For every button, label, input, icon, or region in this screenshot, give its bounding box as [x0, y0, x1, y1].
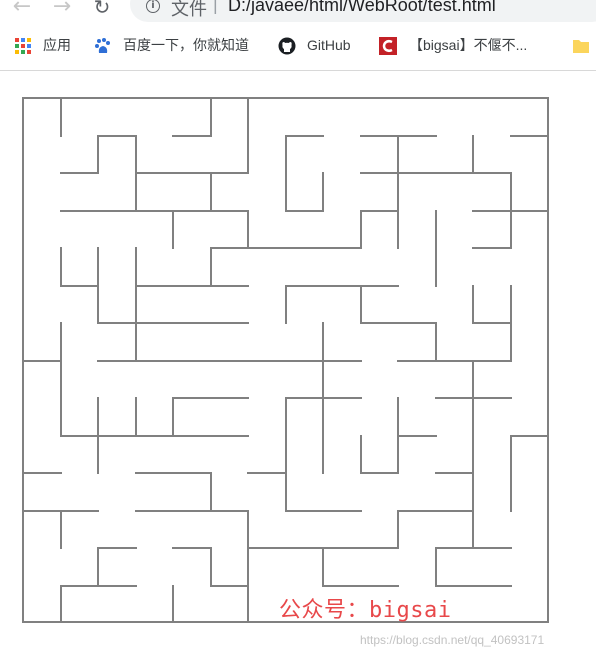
maze-canvas — [22, 97, 549, 623]
watermark-url: https://blog.csdn.net/qq_40693171 — [360, 633, 545, 647]
watermark-text: 公众号：bigsai — [279, 598, 452, 623]
